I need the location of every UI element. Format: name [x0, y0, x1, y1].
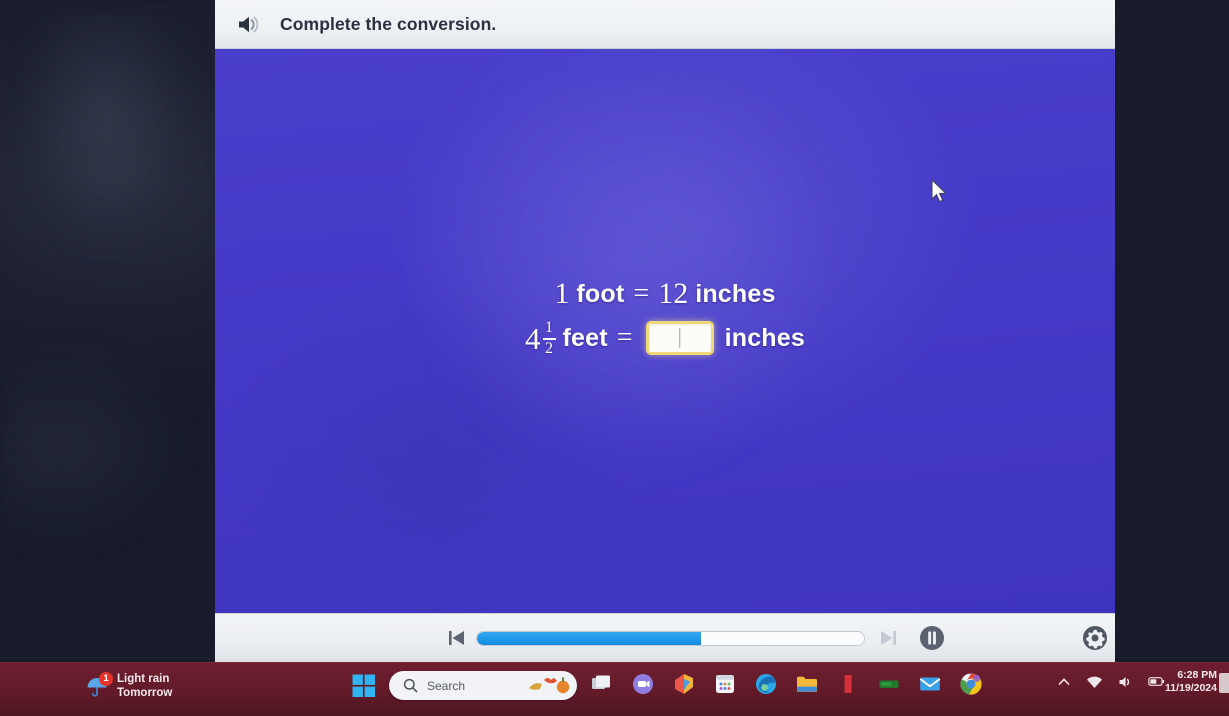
question-header-bar: Complete the conversion. [215, 0, 1115, 49]
bezel-glare [20, 10, 210, 260]
question-prompt-text: Complete the conversion. [280, 13, 497, 34]
show-hidden-icons-chevron-icon[interactable] [1055, 673, 1072, 690]
taskbar-pinned-apps [588, 670, 985, 698]
wifi-icon[interactable] [1086, 673, 1103, 690]
green-app-icon[interactable] [875, 670, 903, 698]
system-tray [1055, 673, 1165, 690]
reference-equals-sign: = [633, 278, 650, 309]
question-stage: 1 foot = 12 inches 4 1 2 feet = inches [215, 49, 1115, 613]
reference-quantity: 1 [554, 277, 570, 310]
mouse-cursor-icon [931, 178, 949, 205]
clock-time: 6:28 PM [1177, 669, 1217, 681]
notification-badge: 1 [99, 672, 113, 686]
answer-unit-to: inches [724, 323, 805, 352]
clock-date: 11/19/2024 [1165, 682, 1217, 695]
weather-text-group: Light rain Tomorrow [117, 673, 172, 700]
playback-progress-bar[interactable] [476, 630, 865, 646]
chat-teams-icon[interactable] [629, 670, 657, 698]
volume-icon[interactable] [1117, 673, 1134, 690]
battery-icon[interactable] [1148, 673, 1165, 690]
fraction-one-half: 1 2 [542, 319, 556, 358]
reference-unit-to: inches [695, 279, 776, 308]
mixed-number-whole-part: 4 [525, 320, 541, 356]
media-player-bar [215, 613, 1115, 662]
microsoft-store-icon[interactable] [711, 670, 739, 698]
mixed-number-four-and-a-half: 4 1 2 [525, 319, 556, 357]
weather-when: Tomorrow [117, 687, 173, 699]
search-icon [403, 678, 418, 693]
reference-unit-from: foot [576, 279, 625, 308]
quiz-application-window: Complete the conversion. 1 foot = 12 inc… [215, 0, 1115, 662]
fraction-denominator: 2 [545, 340, 554, 358]
edge-browser-icon[interactable] [752, 670, 780, 698]
windows-taskbar: 1 Light rain Tomorrow Search 6:28 PM 11/… [0, 662, 1229, 716]
reference-equation-line: 1 foot = 12 inches [554, 277, 775, 311]
red-app-icon[interactable] [834, 670, 862, 698]
answer-equals-sign: = [616, 322, 633, 354]
search-input[interactable]: Search [389, 671, 577, 700]
file-explorer-icon[interactable] [793, 670, 821, 698]
weather-widget[interactable]: 1 Light rain Tomorrow [78, 668, 178, 706]
taskbar-clock[interactable]: 6:28 PM 11/19/2024 [1165, 669, 1217, 695]
windows-logo-icon[interactable] [352, 674, 376, 698]
notification-center-button[interactable] [1219, 673, 1229, 693]
text-caret [678, 328, 681, 349]
skip-previous-icon[interactable] [444, 625, 470, 651]
office-icon[interactable] [670, 670, 698, 698]
answer-input-field[interactable] [645, 321, 714, 356]
playback-progress-fill [477, 631, 702, 645]
task-view-icon[interactable] [588, 670, 616, 698]
skip-next-icon[interactable] [875, 625, 901, 651]
bezel-glare-lower [0, 330, 200, 560]
answer-unit-from: feet [562, 323, 608, 352]
fraction-numerator: 1 [545, 319, 554, 336]
umbrella-rain-icon: 1 [84, 672, 113, 700]
search-placeholder-text: Search [427, 678, 466, 693]
answer-equation-line: 4 1 2 feet = inches [525, 319, 805, 357]
conversion-equations: 1 foot = 12 inches 4 1 2 feet = inches [215, 277, 1115, 357]
photographed-screen: Complete the conversion. 1 foot = 12 inc… [0, 0, 1229, 716]
chrome-browser-icon[interactable] [957, 670, 985, 698]
mail-icon[interactable] [916, 670, 944, 698]
weather-condition: Light rain [117, 673, 170, 686]
pause-button[interactable] [917, 623, 947, 653]
speaker-audio-icon[interactable] [232, 9, 266, 39]
gear-icon[interactable] [1080, 623, 1110, 653]
autumn-pumpkin-icon [527, 674, 571, 696]
reference-value: 12 [658, 277, 689, 310]
